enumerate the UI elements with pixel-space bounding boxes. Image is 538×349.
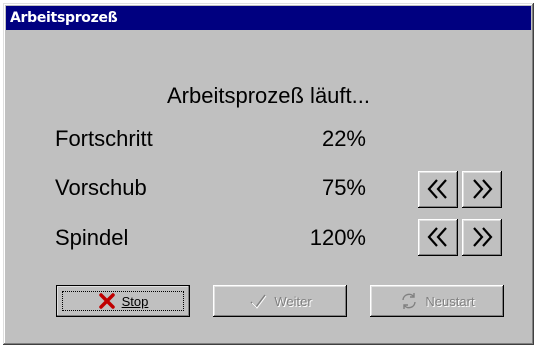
feed-label: Vorschub <box>55 175 147 200</box>
title-bar[interactable]: Arbeitsprozeß <box>6 6 531 30</box>
double-chevron-right-icon <box>473 227 493 247</box>
spindle-label: Spindel <box>55 225 129 250</box>
double-chevron-left-icon <box>427 179 447 199</box>
stop-button[interactable]: Stop <box>56 285 190 317</box>
double-chevron-right-icon <box>473 179 493 199</box>
status-heading: Arbeitsprozeß läuft... <box>167 83 370 108</box>
dialog-window: Arbeitsprozeß Arbeitsprozeß läuft... For… <box>3 3 534 345</box>
weiter-button[interactable]: Weiter <box>213 285 347 317</box>
feed-value: 75% <box>321 175 366 200</box>
spindle-increase-button[interactable] <box>462 219 502 256</box>
progress-label: Fortschritt <box>55 126 153 151</box>
spindle-decrease-button[interactable] <box>418 219 458 256</box>
weiter-label: Weiter <box>274 293 312 309</box>
progress-value: 22% <box>321 126 366 151</box>
checkmark-icon <box>250 294 267 309</box>
neustart-label: Neustart <box>425 293 475 309</box>
neustart-button[interactable]: Neustart <box>370 285 504 317</box>
feed-decrease-button[interactable] <box>418 171 458 208</box>
spindle-value: 120% <box>309 225 366 250</box>
refresh-icon <box>402 293 417 309</box>
focus-rectangle <box>62 291 184 311</box>
window-title: Arbeitsprozeß <box>10 10 118 26</box>
double-chevron-left-icon <box>427 227 447 247</box>
feed-increase-button[interactable] <box>462 171 502 208</box>
